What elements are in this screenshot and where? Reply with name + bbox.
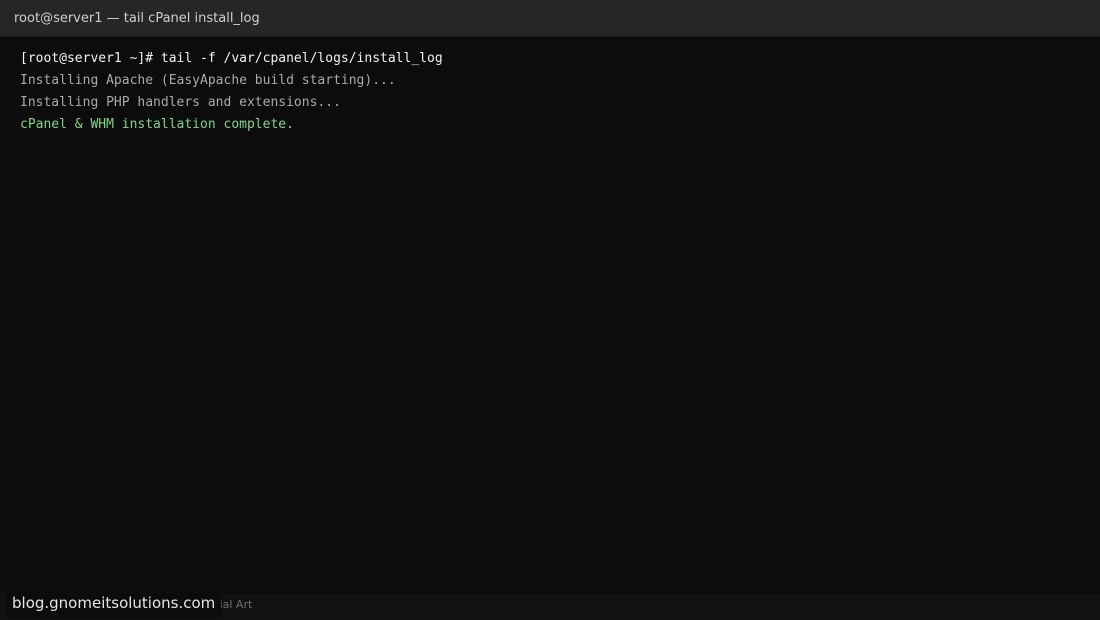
watermark-label: blog.gnomeitsolutions.com [6,589,222,617]
terminal-output[interactable]: [root@server1 ~]# tail -f /var/cpanel/lo… [20,48,1080,136]
title-bar[interactable]: root@server1 — tail cPanel install_log [0,0,1100,37]
terminal-window: root@server1 — tail cPanel install_log [… [0,0,1100,620]
window-title: root@server1 — tail cPanel install_log [14,11,260,26]
terminal-line-command: [root@server1 ~]# tail -f /var/cpanel/lo… [20,51,443,66]
terminal-line-success: cPanel & WHM installation complete. [20,117,294,132]
terminal-line-output: Installing PHP handlers and extensions..… [20,95,341,110]
terminal-line-output: Installing Apache (EasyApache build star… [20,73,396,88]
